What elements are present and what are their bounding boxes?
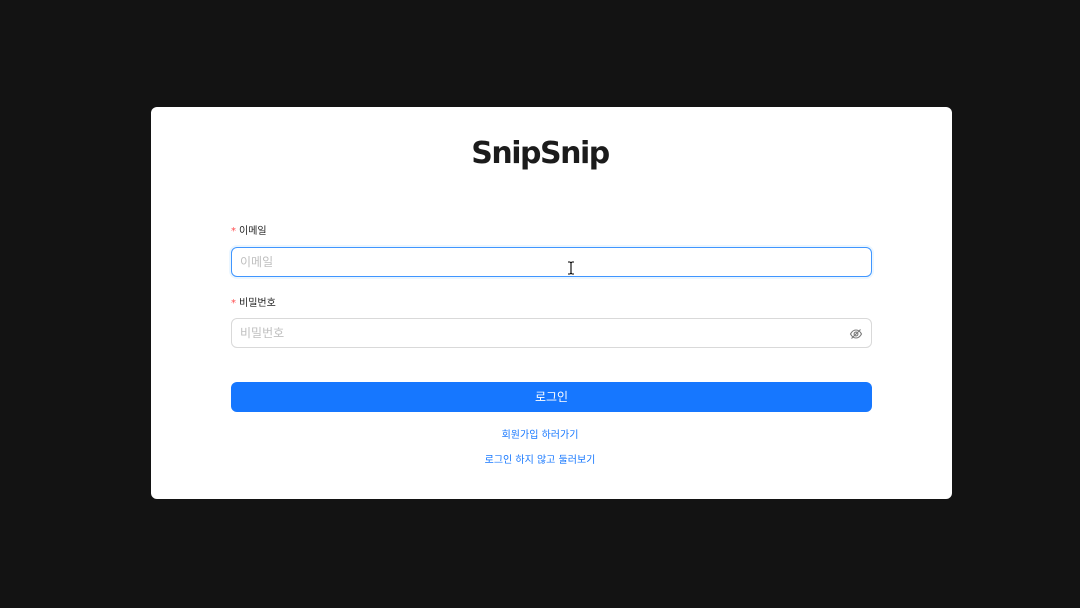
logo: SnipSnip	[471, 136, 610, 171]
password-input[interactable]	[240, 319, 840, 347]
browse-without-login-link[interactable]: 로그인 하지 않고 둘러보기	[485, 455, 596, 466]
email-label: * 이메일	[231, 225, 267, 239]
password-field[interactable]	[231, 318, 872, 348]
browse-link-row: 로그인 하지 않고 둘러보기	[0, 454, 1080, 468]
required-mark: *	[231, 298, 236, 309]
email-field[interactable]	[231, 247, 872, 277]
signup-link-row: 회원가입 하러가기	[0, 429, 1080, 443]
email-label-text: 이메일	[239, 226, 267, 237]
signup-link[interactable]: 회원가입 하러가기	[502, 430, 579, 441]
login-button[interactable]: 로그인	[231, 382, 872, 412]
eye-invisible-icon[interactable]	[849, 327, 863, 341]
text-cursor-icon	[568, 261, 574, 275]
password-label: * 비밀번호	[231, 297, 276, 311]
password-label-text: 비밀번호	[239, 298, 276, 309]
email-input[interactable]	[240, 248, 840, 276]
required-mark: *	[231, 226, 236, 237]
